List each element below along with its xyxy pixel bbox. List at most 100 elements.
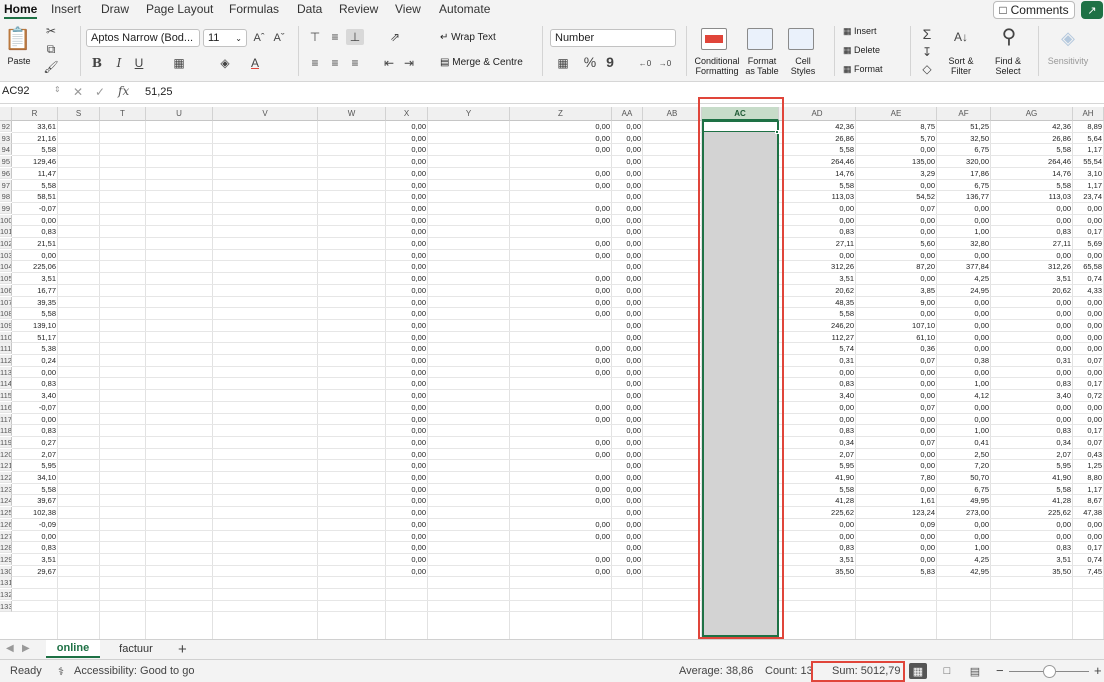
cell-aa[interactable]: 0,00 xyxy=(612,297,643,308)
cell-ae[interactable]: 0,00 xyxy=(856,390,937,401)
cell-ae[interactable]: 7,80 xyxy=(856,472,937,483)
cell-ag[interactable]: 35,50 xyxy=(991,566,1073,577)
cell-af[interactable]: 6,75 xyxy=(937,484,991,495)
column-header-ab[interactable]: AB xyxy=(643,107,702,121)
cell-ah[interactable]: 65,58 xyxy=(1073,261,1104,272)
cell-af[interactable]: 42,95 xyxy=(937,566,991,577)
cell-z[interactable]: 0,00 xyxy=(510,566,612,577)
cell-r[interactable]: 0,24 xyxy=(12,355,58,366)
cell-ad[interactable]: 264,46 xyxy=(779,156,856,167)
cell-ae[interactable]: 3,85 xyxy=(856,285,937,296)
cell-x[interactable]: 0,00 xyxy=(386,238,428,249)
cell-ah[interactable]: 0,00 xyxy=(1073,320,1104,331)
cell-r[interactable]: 5,38 xyxy=(12,343,58,354)
cell-r[interactable]: 3,51 xyxy=(12,273,58,284)
cell-af[interactable]: 6,75 xyxy=(937,144,991,155)
cell-r[interactable]: 5,58 xyxy=(12,180,58,191)
cell-af[interactable]: 6,75 xyxy=(937,180,991,191)
row-header[interactable]: 122 xyxy=(0,472,12,483)
format-as-table-button[interactable]: Format as Table xyxy=(743,56,781,76)
cell-aa[interactable]: 0,00 xyxy=(612,273,643,284)
tab-home[interactable]: Home xyxy=(4,2,38,19)
add-sheet-icon[interactable]: + xyxy=(178,641,187,658)
cell-ae[interactable]: 0,00 xyxy=(856,484,937,495)
cell-ah[interactable]: 5,64 xyxy=(1073,133,1104,144)
cell-aa[interactable]: 0,00 xyxy=(612,121,643,132)
cell-ag[interactable]: 0,00 xyxy=(991,215,1073,226)
cell-aa[interactable]: 0,00 xyxy=(612,484,643,495)
cell-z[interactable]: 0,00 xyxy=(510,367,612,378)
cell-aa[interactable]: 0,00 xyxy=(612,437,643,448)
cell-x[interactable]: 0,00 xyxy=(386,191,428,202)
cell-ad[interactable]: 0,00 xyxy=(779,414,856,425)
cell-z[interactable]: 0,00 xyxy=(510,180,612,191)
column-header-af[interactable]: AF xyxy=(937,107,991,121)
cell-ag[interactable]: 264,46 xyxy=(991,156,1073,167)
cell-ag[interactable]: 0,83 xyxy=(991,425,1073,436)
cell-ad[interactable]: 3,51 xyxy=(779,273,856,284)
cell-r[interactable]: 33,61 xyxy=(12,121,58,132)
cell-aa[interactable]: 0,00 xyxy=(612,402,643,413)
cell-ah[interactable]: 47,38 xyxy=(1073,507,1104,518)
cell-z[interactable]: 0,00 xyxy=(510,144,612,155)
cell-aa[interactable]: 0,00 xyxy=(612,285,643,296)
delete-cells-button[interactable]: ▦ Delete xyxy=(843,45,880,56)
cell-x[interactable]: 0,00 xyxy=(386,566,428,577)
cell-r[interactable]: 39,35 xyxy=(12,297,58,308)
row-header[interactable]: 109 xyxy=(0,319,12,331)
normal-view-icon[interactable]: ▦ xyxy=(909,663,927,679)
cell-ah[interactable]: 0,00 xyxy=(1073,250,1104,261)
cell-af[interactable]: 32,80 xyxy=(937,238,991,249)
cell-z[interactable]: 0,00 xyxy=(510,285,612,296)
paste-button[interactable]: Paste xyxy=(6,56,32,66)
tab-page-layout[interactable]: Page Layout xyxy=(146,2,213,16)
cell-ag[interactable]: 0,83 xyxy=(991,226,1073,237)
cell-r[interactable]: 0,83 xyxy=(12,425,58,436)
italic-button[interactable]: I xyxy=(112,55,126,71)
decrease-font-icon[interactable]: Aˇ xyxy=(272,29,286,47)
cell-ah[interactable]: 0,43 xyxy=(1073,449,1104,460)
cell-r[interactable]: 129,46 xyxy=(12,156,58,167)
cell-ag[interactable]: 225,62 xyxy=(991,507,1073,518)
cell-ae[interactable]: 123,24 xyxy=(856,507,937,518)
paste-icon[interactable]: 📋 xyxy=(4,26,31,52)
cell-ae[interactable]: 135,00 xyxy=(856,156,937,167)
cell-aa[interactable]: 0,00 xyxy=(612,226,643,237)
cell-ae[interactable]: 0,07 xyxy=(856,203,937,214)
cell-af[interactable]: 0,00 xyxy=(937,203,991,214)
cell-styles-icon[interactable] xyxy=(788,28,814,50)
cell-ag[interactable]: 41,28 xyxy=(991,495,1073,506)
zoom-in-icon[interactable]: + xyxy=(1094,663,1102,678)
cell-af[interactable]: 4,25 xyxy=(937,554,991,565)
cell-ad[interactable]: 225,62 xyxy=(779,507,856,518)
cell-z[interactable]: 0,00 xyxy=(510,484,612,495)
currency-icon[interactable]: ▦ xyxy=(552,55,574,71)
cell-ah[interactable]: 0,00 xyxy=(1073,519,1104,530)
accessibility-status[interactable]: Accessibility: Good to go xyxy=(74,665,194,677)
row-header[interactable]: 107 xyxy=(0,296,12,308)
tab-review[interactable]: Review xyxy=(339,2,378,16)
zoom-out-icon[interactable]: − xyxy=(996,663,1004,678)
cell-ad[interactable]: 27,11 xyxy=(779,238,856,249)
cell-x[interactable]: 0,00 xyxy=(386,542,428,553)
align-middle-icon[interactable]: ≡ xyxy=(328,30,342,44)
row-header[interactable]: 127 xyxy=(0,530,12,542)
cell-ae[interactable]: 0,00 xyxy=(856,367,937,378)
cell-ag[interactable]: 0,00 xyxy=(991,308,1073,319)
row-header[interactable]: 104 xyxy=(0,261,12,273)
row-header[interactable]: 101 xyxy=(0,226,12,238)
row-header[interactable]: 94 xyxy=(0,144,12,156)
row-header[interactable]: 108 xyxy=(0,308,12,320)
font-name-select[interactable]: Aptos Narrow (Bod... xyxy=(86,29,200,47)
row-header[interactable]: 120 xyxy=(0,448,12,460)
cell-ag[interactable]: 20,62 xyxy=(991,285,1073,296)
cell-r[interactable]: 21,16 xyxy=(12,133,58,144)
conditional-formatting-icon[interactable] xyxy=(701,28,727,50)
cell-aa[interactable]: 0,00 xyxy=(612,495,643,506)
select-all-corner[interactable] xyxy=(0,107,12,121)
cell-ag[interactable]: 312,26 xyxy=(991,261,1073,272)
cell-x[interactable]: 0,00 xyxy=(386,320,428,331)
cell-z[interactable]: 0,00 xyxy=(510,472,612,483)
row-header[interactable]: 132 xyxy=(0,589,12,600)
cell-aa[interactable]: 0,00 xyxy=(612,554,643,565)
